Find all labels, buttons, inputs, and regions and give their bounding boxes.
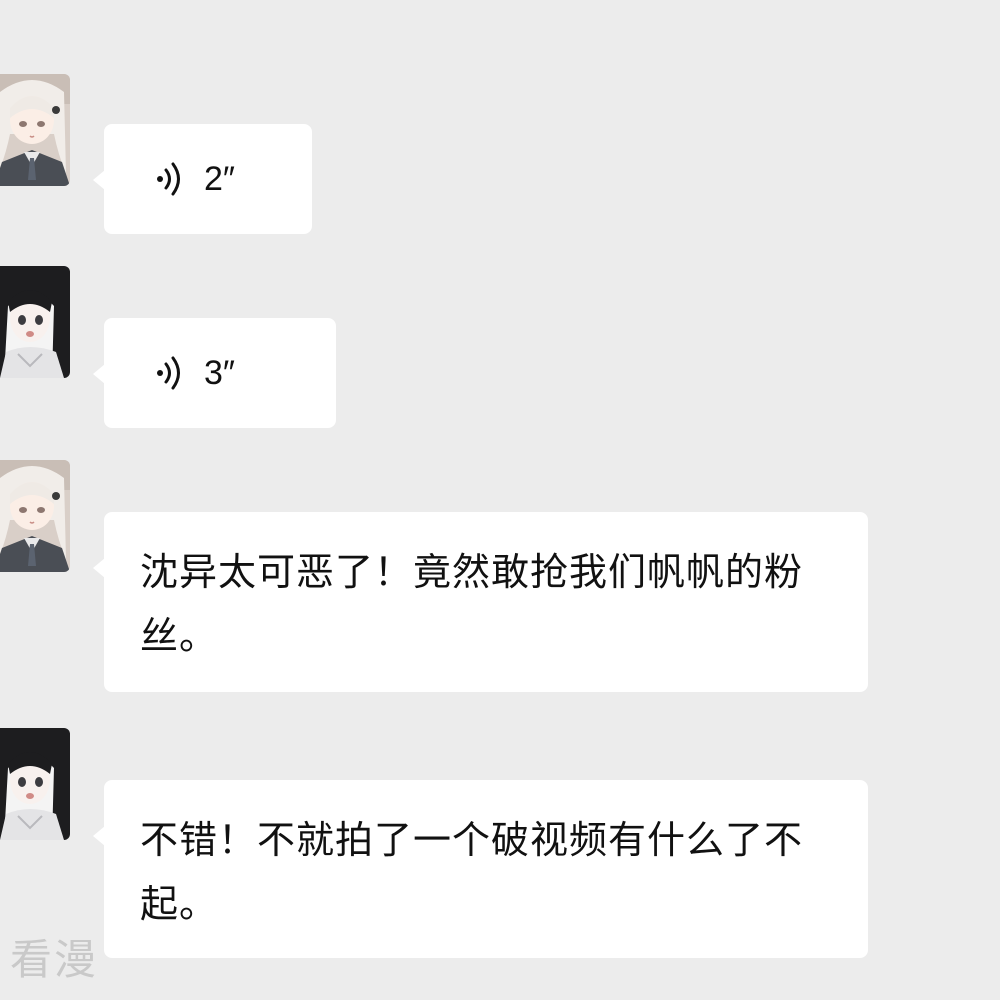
voice-message-bubble[interactable]: 2″ [93,124,312,234]
message-text: 沈异太可恶了！竟然敢抢我们帆帆的粉丝。 [140,550,804,658]
voice-wave-icon [157,356,180,390]
text-message-bubble[interactable]: 不错！不就拍了一个破视频有什么了不起。 [93,780,868,958]
voice-wave-icon [157,162,180,196]
voice-duration: 3″ [204,353,235,392]
voice-message-bubble[interactable]: 3″ [93,318,336,428]
black-hair-girl-avatar [0,266,70,378]
white-hair-girl-avatar [0,460,70,572]
avatar-white-hair-girl[interactable] [0,74,70,186]
voice-duration: 2″ [204,159,235,198]
message-text: 不错！不就拍了一个破视频有什么了不起。 [140,818,804,926]
watermark: 看漫 [10,935,99,984]
avatar-black-hair-girl[interactable] [0,728,70,840]
avatar-white-hair-girl[interactable] [0,460,70,572]
black-hair-girl-avatar [0,728,70,840]
text-message-bubble[interactable]: 沈异太可恶了！竟然敢抢我们帆帆的粉丝。 [93,512,868,692]
avatar-black-hair-girl[interactable] [0,266,70,378]
chat-window: 2″ 3″ 沈异太可恶了！竟然敢抢我们帆帆的粉丝。 不错！不就拍了一个破视频有什… [0,0,1000,1000]
white-hair-girl-avatar [0,74,70,186]
